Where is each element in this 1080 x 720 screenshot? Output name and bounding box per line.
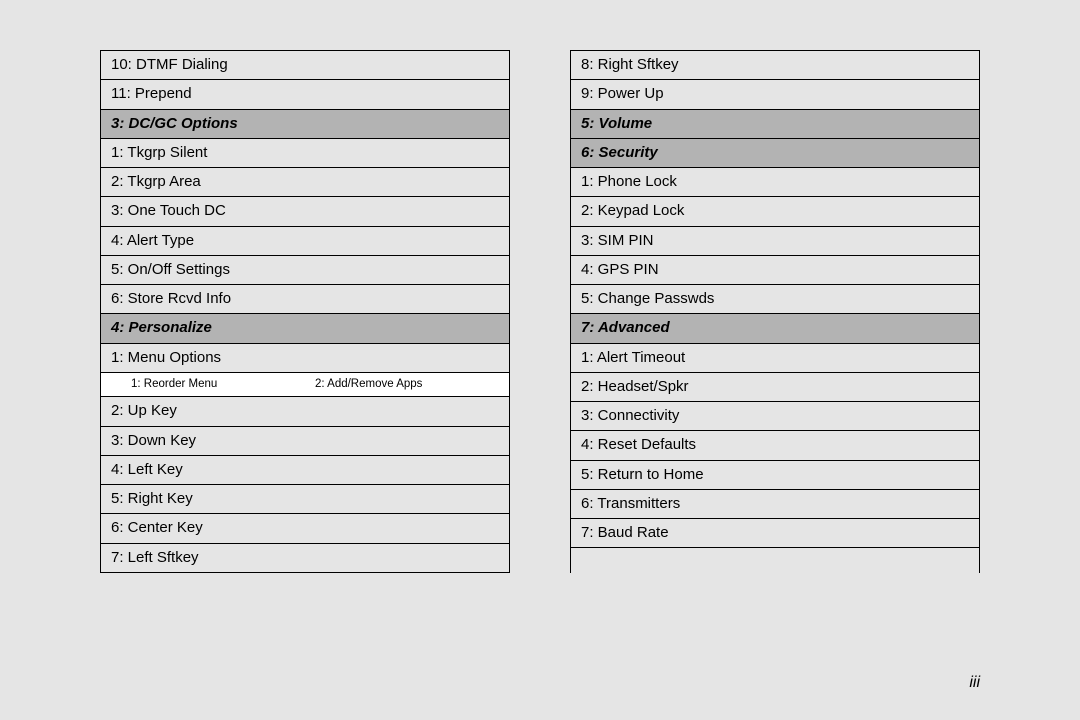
list-item: 4: Alert Type <box>101 227 509 256</box>
list-item: 6: Transmitters <box>571 490 979 519</box>
sub-item: 2: Add/Remove Apps <box>315 377 499 393</box>
list-item: 8: Right Sftkey <box>571 51 979 80</box>
section-header-dcgc: 3: DC/GC Options <box>101 110 509 139</box>
list-item: 5: On/Off Settings <box>101 256 509 285</box>
sub-item: 1: Reorder Menu <box>131 377 315 393</box>
list-item: 4: GPS PIN <box>571 256 979 285</box>
list-item: 3: SIM PIN <box>571 227 979 256</box>
section-header-personalize: 4: Personalize <box>101 314 509 343</box>
section-header-advanced: 7: Advanced <box>571 314 979 343</box>
list-item: 6: Center Key <box>101 514 509 543</box>
list-item: 1: Alert Timeout <box>571 344 979 373</box>
list-item: 1: Phone Lock <box>571 168 979 197</box>
list-item: 4: Reset Defaults <box>571 431 979 460</box>
list-item: 2: Up Key <box>101 397 509 426</box>
section-header-security: 6: Security <box>571 139 979 168</box>
list-item: 5: Right Key <box>101 485 509 514</box>
list-item: 3: Down Key <box>101 427 509 456</box>
section-header-volume: 5: Volume <box>571 110 979 139</box>
list-item: 1: Menu Options <box>101 344 509 373</box>
list-item: 11: Prepend <box>101 80 509 109</box>
list-item: 3: One Touch DC <box>101 197 509 226</box>
list-item: 2: Tkgrp Area <box>101 168 509 197</box>
list-item: 1: Tkgrp Silent <box>101 139 509 168</box>
list-item: 2: Headset/Spkr <box>571 373 979 402</box>
list-item: 4: Left Key <box>101 456 509 485</box>
list-item: 9: Power Up <box>571 80 979 109</box>
left-column: 10: DTMF Dialing 11: Prepend 3: DC/GC Op… <box>100 50 510 573</box>
list-item: 10: DTMF Dialing <box>101 51 509 80</box>
right-column: 8: Right Sftkey 9: Power Up 5: Volume 6:… <box>570 50 980 573</box>
list-item: 7: Baud Rate <box>571 519 979 548</box>
page-number: iii <box>969 674 980 692</box>
list-item: 5: Return to Home <box>571 461 979 490</box>
list-item: 7: Left Sftkey <box>101 544 509 573</box>
sub-list-row: 1: Reorder Menu 2: Add/Remove Apps <box>101 373 509 398</box>
list-item: 6: Store Rcvd Info <box>101 285 509 314</box>
list-item: 5: Change Passwds <box>571 285 979 314</box>
list-item: 2: Keypad Lock <box>571 197 979 226</box>
list-item: 3: Connectivity <box>571 402 979 431</box>
